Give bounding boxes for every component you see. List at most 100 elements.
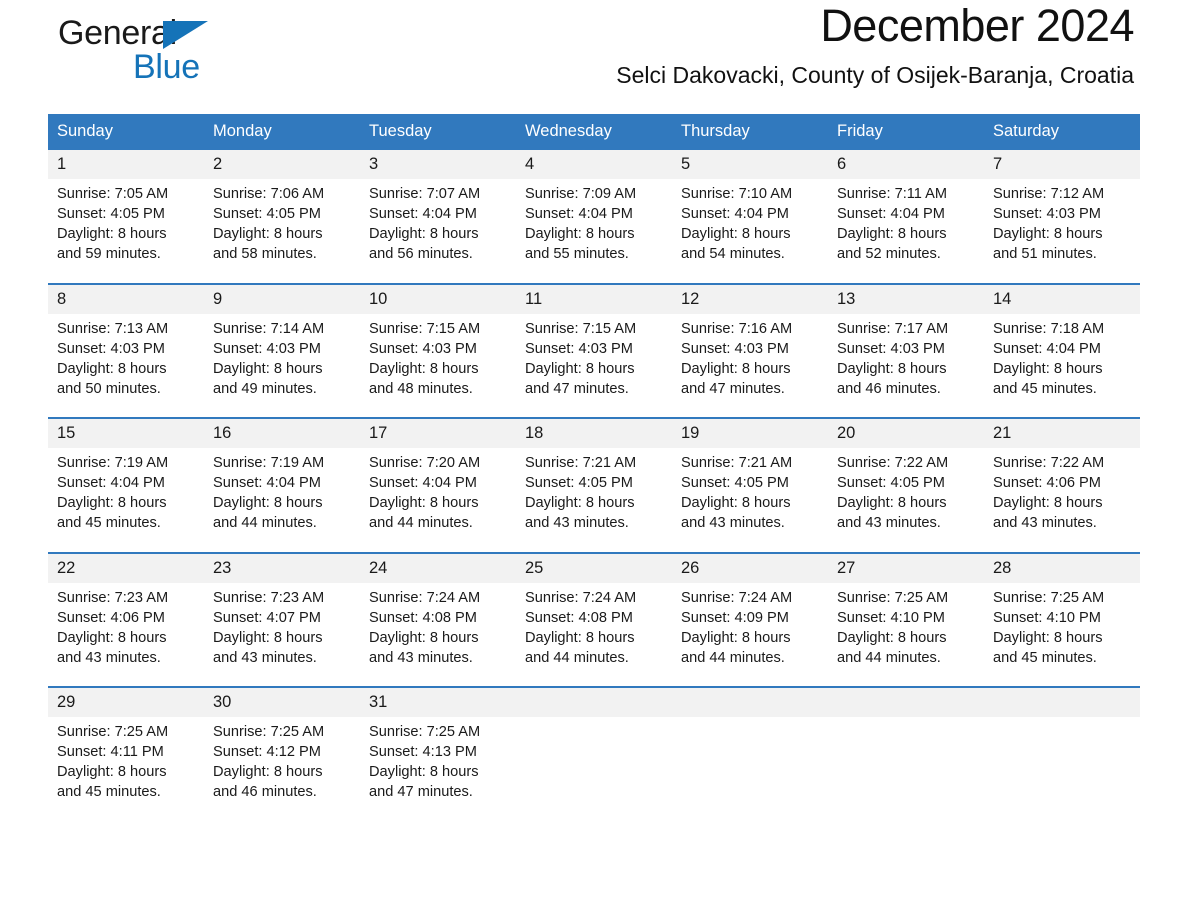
day-sunrise-text: Sunrise: 7:19 AM: [57, 455, 169, 471]
day-number[interactable]: 26: [672, 551, 828, 583]
day-number[interactable]: 14: [984, 282, 1140, 314]
day-sunset-text: Sunset: 4:11 PM: [57, 744, 164, 761]
day-sunrise-text: Sunrise: 7:23 AM: [57, 589, 169, 606]
day-cell-empty: [672, 717, 828, 821]
day-number[interactable]: 17: [360, 417, 516, 448]
day-number[interactable]: 18: [516, 417, 672, 448]
day-daylight-line-text: Daylight: 8 hours: [993, 226, 1103, 243]
day-daylight-line-text: Daylight: 8 hours: [213, 495, 323, 512]
day-number[interactable]: 15: [48, 417, 204, 448]
general-blue-logo[interactable]: General Blue: [58, 14, 258, 94]
day-number[interactable]: 23: [204, 551, 360, 583]
day-cell: Sunrise: 7:25 AM Sunset: 4:12 PM Daylight:…: [204, 717, 360, 821]
day-daylight-line-text: Daylight: 8 hours: [369, 495, 479, 512]
day-number[interactable]: 16: [204, 417, 360, 448]
day-daylight-line-text: Daylight: 8 hours: [57, 495, 167, 512]
day-number[interactable]: 30: [204, 686, 360, 717]
day-cell: Sunrise: 7:07 AM Sunset: 4:04 PM Daylight:…: [360, 179, 516, 284]
day-number[interactable]: 4: [516, 150, 672, 179]
day-number[interactable]: 11: [516, 282, 672, 314]
day-daylight-line-text: and 44 minutes.: [525, 649, 629, 666]
day-number[interactable]: 29: [48, 686, 204, 717]
day-cell: Sunrise: 7:18 AM Sunset: 4:04 PM Daylight:…: [984, 313, 1140, 418]
day-daylight-line-text: Daylight: 8 hours: [369, 226, 479, 243]
day-sunrise-text: Sunrise: 7:12 AM: [993, 186, 1105, 202]
day-number[interactable]: 3: [360, 150, 516, 179]
day-number[interactable]: 20: [828, 417, 984, 448]
day-sunrise-text: Sunrise: 7:24 AM: [369, 589, 481, 606]
sunrise-sunset-calendar: Sunday Monday Tuesday Wednesday Thursday…: [48, 114, 1140, 821]
day-cell-empty: [984, 717, 1140, 821]
weekday-header-row: Sunday Monday Tuesday Wednesday Thursday…: [48, 114, 1140, 150]
day-daylight-line-text: and 43 minutes.: [369, 649, 473, 666]
week-detail-row: Sunrise: 7:23 AM Sunset: 4:06 PM Daylight:…: [48, 582, 1140, 687]
day-daylight-line-text: Daylight: 8 hours: [369, 764, 479, 781]
weekday-header-monday: Monday: [204, 114, 360, 150]
day-sunset-text: Sunset: 4:05 PM: [837, 475, 945, 492]
day-daylight-line-text: and 52 minutes.: [837, 246, 941, 263]
day-sunset-text: Sunset: 4:05 PM: [525, 475, 633, 492]
day-cell: Sunrise: 7:15 AM Sunset: 4:03 PM Daylight:…: [360, 313, 516, 418]
day-sunrise-text: Sunrise: 7:21 AM: [681, 455, 793, 471]
day-daylight-line-text: Daylight: 8 hours: [525, 629, 635, 646]
weekday-header-sunday: Sunday: [48, 114, 204, 150]
day-cell: Sunrise: 7:11 AM Sunset: 4:04 PM Daylight:…: [828, 179, 984, 284]
day-number[interactable]: 2: [204, 150, 360, 179]
day-number[interactable]: 5: [672, 150, 828, 179]
day-number[interactable]: 6: [828, 150, 984, 179]
calendar-body: 1 2 3 4 5 6 7 Sunrise: 7:05 AM Sunset: 4:05 PM Da…: [48, 150, 1140, 821]
day-sunset-text: Sunset: 4:04 PM: [837, 206, 945, 223]
day-cell: Sunrise: 7:24 AM Sunset: 4:08 PM Daylight:…: [360, 582, 516, 687]
day-number[interactable]: 8: [48, 282, 204, 314]
day-number[interactable]: 13: [828, 282, 984, 314]
weekday-header-thursday: Thursday: [672, 114, 828, 150]
day-number[interactable]: 28: [984, 551, 1140, 583]
day-number[interactable]: 21: [984, 417, 1140, 448]
day-sunrise-text: Sunrise: 7:10 AM: [681, 186, 793, 202]
day-number[interactable]: 31: [360, 686, 516, 717]
day-sunrise-text: Sunrise: 7:24 AM: [525, 589, 637, 606]
day-daylight-line-text: Daylight: 8 hours: [993, 495, 1103, 512]
day-daylight-line-text: Daylight: 8 hours: [369, 360, 479, 377]
day-sunrise-text: Sunrise: 7:07 AM: [369, 186, 481, 202]
page-subtitle: Selci Dakovacki, County of Osijek-Baranj…: [616, 61, 1134, 88]
day-cell: Sunrise: 7:25 AM Sunset: 4:11 PM Daylight:…: [48, 717, 204, 821]
day-cell: Sunrise: 7:09 AM Sunset: 4:04 PM Daylight:…: [516, 179, 672, 284]
day-sunrise-text: Sunrise: 7:20 AM: [369, 455, 481, 471]
day-number-empty: [828, 686, 984, 717]
week-detail-row: Sunrise: 7:13 AM Sunset: 4:03 PM Daylight:…: [48, 313, 1140, 418]
day-number[interactable]: 9: [204, 282, 360, 314]
week-daynumber-row: 15 16 17 18 19 20 21: [48, 417, 1140, 448]
day-number[interactable]: 1: [48, 150, 204, 179]
day-number[interactable]: 7: [984, 150, 1140, 179]
day-cell: Sunrise: 7:22 AM Sunset: 4:06 PM Daylight:…: [984, 448, 1140, 553]
day-sunrise-text: Sunrise: 7:22 AM: [837, 455, 949, 471]
day-daylight-line-text: Daylight: 8 hours: [213, 226, 323, 243]
day-daylight-line-text: Daylight: 8 hours: [681, 360, 791, 377]
calendar-header: Sunday Monday Tuesday Wednesday Thursday…: [48, 114, 1140, 150]
day-number[interactable]: 19: [672, 417, 828, 448]
weekday-header-saturday: Saturday: [984, 114, 1140, 150]
day-number[interactable]: 22: [48, 551, 204, 583]
day-sunset-text: Sunset: 4:04 PM: [369, 206, 477, 223]
title-block: December 2024 Selci Dakovacki, County of…: [616, 0, 1134, 89]
day-daylight-line-text: Daylight: 8 hours: [525, 495, 635, 512]
day-daylight-line-text: and 54 minutes.: [681, 246, 785, 263]
day-sunset-text: Sunset: 4:07 PM: [213, 609, 321, 626]
day-daylight-line-text: and 44 minutes.: [681, 649, 785, 666]
day-cell: Sunrise: 7:23 AM Sunset: 4:07 PM Daylight:…: [204, 582, 360, 687]
day-number[interactable]: 10: [360, 282, 516, 314]
day-number[interactable]: 12: [672, 282, 828, 314]
day-number[interactable]: 27: [828, 551, 984, 583]
day-daylight-line-text: and 44 minutes.: [837, 649, 941, 666]
day-daylight-line-text: Daylight: 8 hours: [213, 764, 323, 781]
day-daylight-line-text: and 49 minutes.: [213, 380, 317, 397]
day-sunset-text: Sunset: 4:04 PM: [993, 340, 1101, 357]
day-cell: Sunrise: 7:21 AM Sunset: 4:05 PM Daylight:…: [516, 448, 672, 553]
day-daylight-line-text: and 45 minutes.: [993, 380, 1097, 397]
day-sunset-text: Sunset: 4:03 PM: [993, 206, 1101, 223]
day-number[interactable]: 25: [516, 551, 672, 583]
day-number[interactable]: 24: [360, 551, 516, 583]
day-daylight-line-text: and 59 minutes.: [57, 246, 161, 263]
day-daylight-line-text: and 45 minutes.: [57, 784, 161, 801]
